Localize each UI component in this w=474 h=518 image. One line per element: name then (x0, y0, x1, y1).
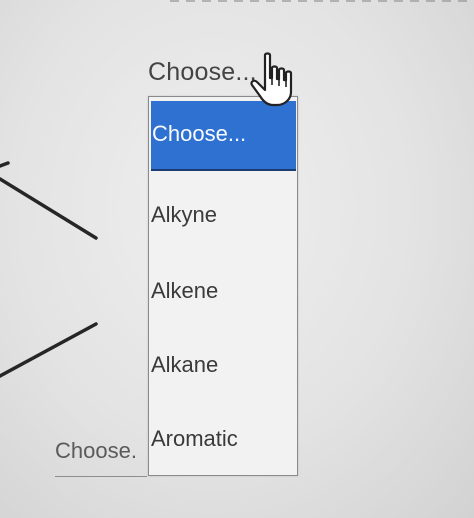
dropdown-list[interactable]: Choose... Alkyne Alkene Alkane Aromatic (148, 96, 298, 476)
bond-line (0, 322, 98, 378)
bond-line (0, 177, 98, 240)
dropdown-option-alkane[interactable]: Alkane (149, 349, 297, 381)
bond-line (0, 161, 10, 168)
molecule-structure (0, 161, 98, 378)
secondary-select[interactable]: Choose. (55, 438, 137, 464)
select-trigger[interactable]: Choose... (148, 58, 257, 87)
dropdown-option-alkene[interactable]: Alkene (149, 275, 297, 307)
partial-text-top (0, 0, 474, 8)
select-underline (55, 476, 147, 477)
hand-pointer-icon (250, 52, 293, 107)
dropdown-option-choose[interactable]: Choose... (151, 101, 296, 171)
dropdown-option-aromatic[interactable]: Aromatic (149, 423, 297, 455)
dropdown-option-alkyne[interactable]: Alkyne (149, 199, 297, 231)
